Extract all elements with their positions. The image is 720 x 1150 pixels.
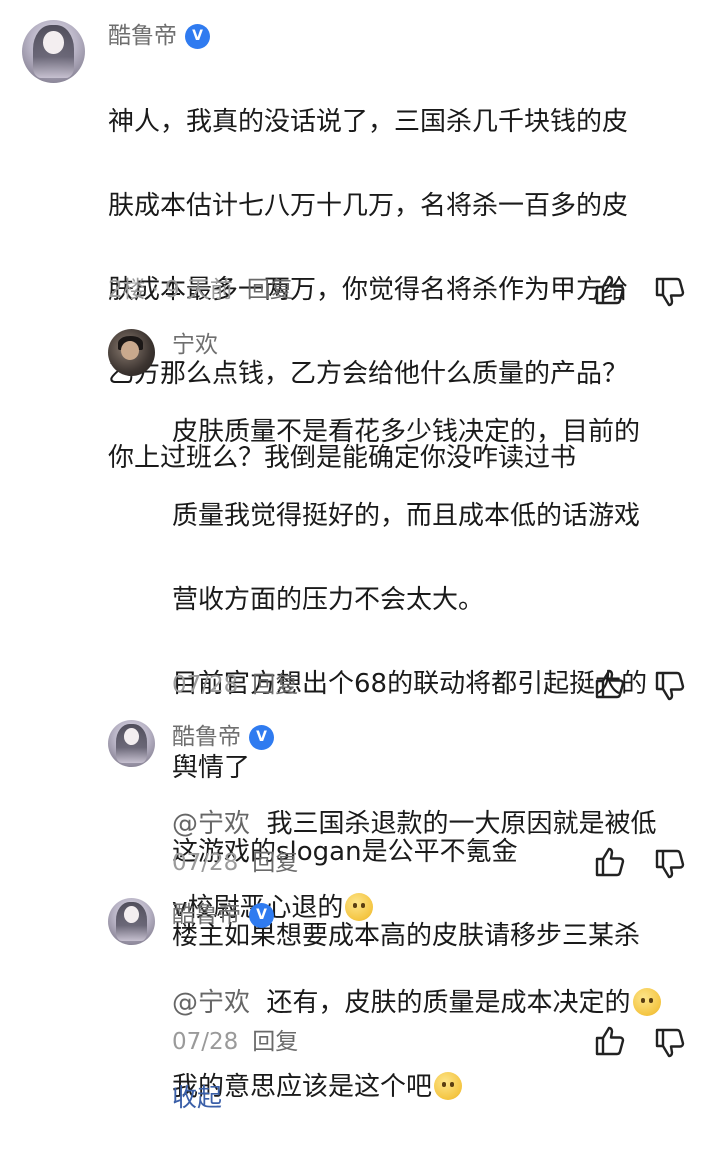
comment-line: 皮肤质量不是看花多少钱决定的，目前的 bbox=[172, 417, 641, 447]
verified-badge-icon: V bbox=[249, 725, 274, 750]
comment-date: 07/28 bbox=[172, 672, 239, 698]
avatar-reply-1[interactable] bbox=[108, 329, 155, 376]
comment-line: 肤成本估计七八万十几万，名将杀一百多的皮 bbox=[108, 191, 629, 221]
comment-line: 还有，皮肤的质量是成本决定的 bbox=[266, 988, 631, 1018]
username-reply-1[interactable]: 宁欢 bbox=[172, 334, 218, 357]
username-reply-3[interactable]: 酷鲁帝 V bbox=[172, 903, 274, 928]
thumbs-down-icon[interactable] bbox=[652, 274, 688, 310]
thumbs-up-icon[interactable] bbox=[592, 844, 628, 880]
reply-button[interactable]: 回复 bbox=[247, 279, 293, 302]
avatar-reply-3[interactable] bbox=[108, 898, 155, 945]
comment-line: 营收方面的压力不会太大。 bbox=[172, 585, 485, 615]
verified-badge-icon: V bbox=[249, 903, 274, 928]
comment-line: 质量我觉得挺好的，而且成本低的话游戏 bbox=[172, 501, 641, 531]
username-reply-2[interactable]: 酷鲁帝 V bbox=[172, 725, 274, 750]
avatar-main[interactable] bbox=[22, 20, 85, 83]
thumbs-up-icon[interactable] bbox=[592, 1023, 628, 1059]
avatar-reply-2[interactable] bbox=[108, 720, 155, 767]
comment-time: 9 天前 bbox=[164, 277, 233, 303]
emoji-icon bbox=[434, 1072, 463, 1100]
reply-button[interactable]: 回复 bbox=[252, 674, 298, 697]
username-main[interactable]: 酷鲁帝 V bbox=[108, 24, 210, 49]
comment-meta-reply-2: 07/28 回复 bbox=[172, 852, 298, 875]
mention-link[interactable]: @宁欢 bbox=[172, 809, 250, 839]
thumbs-up-icon[interactable] bbox=[592, 272, 628, 308]
username-label: 酷鲁帝 bbox=[172, 902, 241, 928]
emoji-icon bbox=[345, 893, 374, 921]
thumbs-down-icon[interactable] bbox=[652, 668, 688, 704]
comment-meta-reply-1: 07/28 回复 bbox=[172, 674, 298, 697]
thumbs-down-icon[interactable] bbox=[652, 846, 688, 882]
comment-line: 我三国杀退款的一大原因就是被低 bbox=[266, 809, 657, 839]
username-label: 酷鲁帝 bbox=[172, 724, 241, 750]
username-label: 宁欢 bbox=[172, 332, 218, 358]
mention-link[interactable]: @宁欢 bbox=[172, 988, 250, 1018]
collapse-replies-button[interactable]: 收起 bbox=[172, 1085, 222, 1110]
verified-badge-icon: V bbox=[185, 24, 210, 49]
comment-meta-main: 2楼 · 9 天前 回复 bbox=[108, 279, 293, 302]
emoji-icon bbox=[632, 988, 661, 1016]
floor-number: 2楼 bbox=[108, 277, 146, 303]
username-label: 酷鲁帝 bbox=[108, 23, 177, 49]
comment-date: 07/28 bbox=[172, 1029, 239, 1055]
reply-button[interactable]: 回复 bbox=[252, 1031, 298, 1054]
comment-meta-reply-3: 07/28 回复 bbox=[172, 1031, 298, 1054]
comment-date: 07/28 bbox=[172, 850, 239, 876]
meta-separator: · bbox=[151, 277, 159, 303]
thumbs-up-icon[interactable] bbox=[592, 666, 628, 702]
reply-button[interactable]: 回复 bbox=[252, 852, 298, 875]
comment-line: 神人，我真的没话说了，三国杀几千块钱的皮 bbox=[108, 107, 629, 137]
thumbs-down-icon[interactable] bbox=[652, 1025, 688, 1061]
